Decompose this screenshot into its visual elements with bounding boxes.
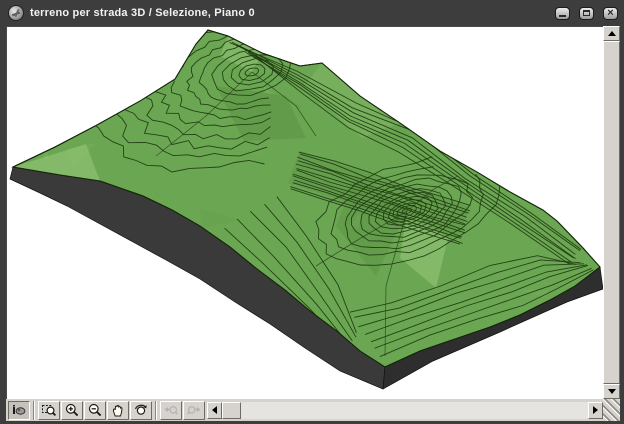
scroll-up-button[interactable] (603, 26, 620, 41)
view-toolbar (6, 399, 207, 421)
minimize-icon (559, 15, 566, 17)
horizontal-scrollbar[interactable] (207, 402, 603, 419)
view-options-icon (11, 402, 27, 418)
window-3d-icon[interactable] (8, 5, 24, 21)
vertical-scrollbar[interactable] (603, 26, 620, 399)
zoom-out-icon (87, 402, 103, 418)
toolbar-separator (155, 401, 157, 420)
terrain-model (6, 26, 603, 399)
bottom-bar (6, 399, 620, 421)
horizontal-scroll-track[interactable] (241, 402, 588, 419)
zoom-area-icon (41, 402, 57, 418)
zoom-out-button[interactable] (84, 401, 106, 420)
arrow-left-icon (212, 406, 217, 414)
close-icon: × (607, 9, 613, 18)
previous-zoom-button (160, 401, 182, 420)
scroll-right-button[interactable] (588, 402, 603, 419)
orbit-icon (133, 402, 149, 418)
close-button[interactable]: × (603, 7, 618, 20)
zoom-area-button[interactable] (38, 401, 60, 420)
vertical-scroll-track[interactable] (603, 41, 620, 384)
horizontal-scroll-thumb[interactable] (222, 402, 241, 419)
pan-hand-icon (110, 402, 126, 418)
scroll-down-button[interactable] (603, 384, 620, 399)
minimize-button[interactable] (555, 7, 570, 20)
view-options-button[interactable] (8, 401, 30, 420)
zoom-in-button[interactable] (61, 401, 83, 420)
orbit-button[interactable] (130, 401, 152, 420)
resize-grip[interactable] (603, 399, 620, 421)
window-title: terreno per strada 3D / Selezione, Piano… (30, 7, 546, 19)
maximize-icon (583, 10, 590, 16)
arrow-right-icon (593, 406, 598, 414)
toolbar-separator (33, 401, 35, 420)
3d-viewport[interactable] (6, 26, 603, 399)
arrow-down-icon (608, 389, 616, 394)
title-bar: terreno per strada 3D / Selezione, Piano… (6, 0, 620, 26)
scroll-left-button[interactable] (207, 402, 222, 419)
pan-button[interactable] (107, 401, 129, 420)
vertical-scroll-thumb[interactable] (603, 41, 620, 384)
app-window: terreno per strada 3D / Selezione, Piano… (0, 0, 624, 424)
previous-zoom-icon (163, 402, 179, 418)
next-zoom-button (183, 401, 205, 420)
zoom-in-icon (64, 402, 80, 418)
main-area (6, 26, 620, 399)
maximize-button[interactable] (579, 7, 594, 20)
arrow-up-icon (608, 31, 616, 36)
next-zoom-icon (186, 402, 202, 418)
